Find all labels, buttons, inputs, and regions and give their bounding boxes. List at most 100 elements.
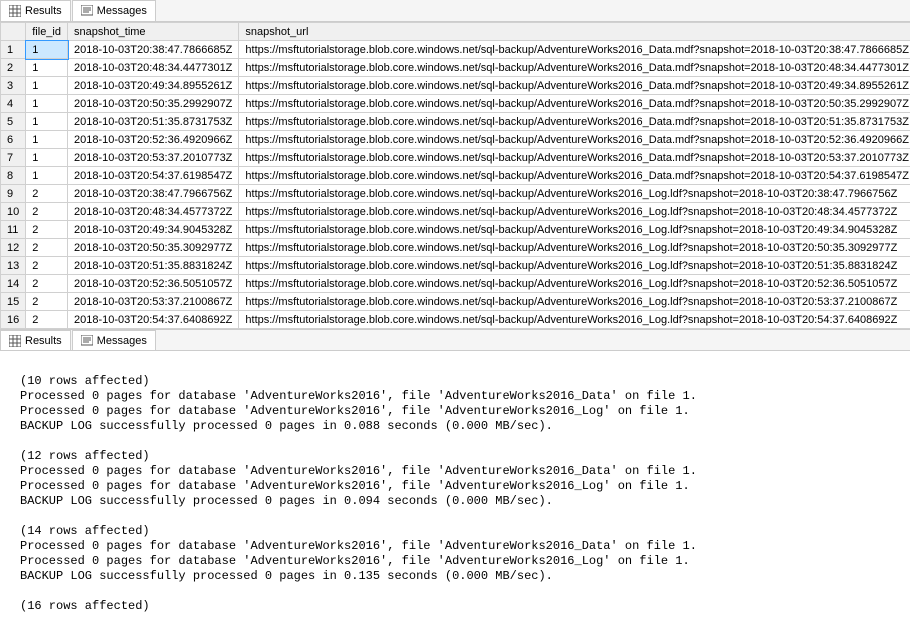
results-pane-tabstrip-bottom: Results Messages — [0, 329, 910, 351]
row-number-cell[interactable]: 9 — [1, 185, 26, 203]
cell-snapshot-time[interactable]: 2018-10-03T20:38:47.7866685Z — [68, 41, 239, 59]
column-header-snapshot-time[interactable]: snapshot_time — [68, 23, 239, 41]
cell-snapshot-url[interactable]: https://msftutorialstorage.blob.core.win… — [239, 257, 910, 275]
message-line: Processed 0 pages for database 'Adventur… — [20, 404, 902, 419]
cell-snapshot-url[interactable]: https://msftutorialstorage.blob.core.win… — [239, 275, 910, 293]
message-line: BACKUP LOG successfully processed 0 page… — [20, 569, 902, 584]
cell-file-id[interactable]: 2 — [26, 239, 68, 257]
cell-snapshot-url[interactable]: https://msftutorialstorage.blob.core.win… — [239, 167, 910, 185]
table-row[interactable]: 922018-10-03T20:38:47.7966756Zhttps://ms… — [1, 185, 910, 203]
row-number-cell[interactable]: 5 — [1, 113, 26, 131]
column-header-file-id[interactable]: file_id — [26, 23, 68, 41]
cell-file-id[interactable]: 1 — [26, 149, 68, 167]
row-number-cell[interactable]: 4 — [1, 95, 26, 113]
row-number-cell[interactable]: 14 — [1, 275, 26, 293]
table-row[interactable]: 312018-10-03T20:49:34.8955261Zhttps://ms… — [1, 77, 910, 95]
row-number-cell[interactable]: 11 — [1, 221, 26, 239]
cell-snapshot-url[interactable]: https://msftutorialstorage.blob.core.win… — [239, 311, 910, 329]
cell-snapshot-time[interactable]: 2018-10-03T20:38:47.7966756Z — [68, 185, 239, 203]
table-row[interactable]: 1322018-10-03T20:51:35.8831824Zhttps://m… — [1, 257, 910, 275]
cell-snapshot-time[interactable]: 2018-10-03T20:52:36.5051057Z — [68, 275, 239, 293]
table-row[interactable]: 612018-10-03T20:52:36.4920966Zhttps://ms… — [1, 131, 910, 149]
row-number-cell[interactable]: 6 — [1, 131, 26, 149]
table-row[interactable]: 1022018-10-03T20:48:34.4577372Zhttps://m… — [1, 203, 910, 221]
cell-snapshot-url[interactable]: https://msftutorialstorage.blob.core.win… — [239, 149, 910, 167]
cell-snapshot-time[interactable]: 2018-10-03T20:48:34.4577372Z — [68, 203, 239, 221]
cell-snapshot-time[interactable]: 2018-10-03T20:54:37.6198547Z — [68, 167, 239, 185]
cell-snapshot-time[interactable]: 2018-10-03T20:49:34.9045328Z — [68, 221, 239, 239]
table-row[interactable]: 1122018-10-03T20:49:34.9045328Zhttps://m… — [1, 221, 910, 239]
cell-snapshot-url[interactable]: https://msftutorialstorage.blob.core.win… — [239, 95, 910, 113]
cell-file-id[interactable]: 2 — [26, 311, 68, 329]
cell-snapshot-time[interactable]: 2018-10-03T20:54:37.6408692Z — [68, 311, 239, 329]
table-row[interactable]: 1622018-10-03T20:54:37.6408692Zhttps://m… — [1, 311, 910, 329]
messages-icon — [81, 5, 93, 17]
message-line: (10 rows affected) — [20, 374, 902, 389]
cell-file-id[interactable]: 2 — [26, 257, 68, 275]
cell-file-id[interactable]: 2 — [26, 293, 68, 311]
cell-snapshot-url[interactable]: https://msftutorialstorage.blob.core.win… — [239, 293, 910, 311]
cell-snapshot-url[interactable]: https://msftutorialstorage.blob.core.win… — [239, 203, 910, 221]
cell-snapshot-url[interactable]: https://msftutorialstorage.blob.core.win… — [239, 185, 910, 203]
message-line — [20, 584, 902, 599]
row-number-header[interactable] — [1, 23, 26, 41]
row-number-cell[interactable]: 7 — [1, 149, 26, 167]
table-row[interactable]: 212018-10-03T20:48:34.4477301Zhttps://ms… — [1, 59, 910, 77]
cell-file-id[interactable]: 2 — [26, 203, 68, 221]
cell-file-id[interactable]: 1 — [26, 113, 68, 131]
row-number-cell[interactable]: 1 — [1, 41, 26, 59]
cell-file-id[interactable]: 1 — [26, 41, 68, 59]
cell-file-id[interactable]: 2 — [26, 275, 68, 293]
tab-messages-bottom[interactable]: Messages — [72, 330, 156, 350]
row-number-cell[interactable]: 13 — [1, 257, 26, 275]
cell-file-id[interactable]: 1 — [26, 95, 68, 113]
table-row[interactable]: 512018-10-03T20:51:35.8731753Zhttps://ms… — [1, 113, 910, 131]
row-number-cell[interactable]: 8 — [1, 167, 26, 185]
table-row[interactable]: 712018-10-03T20:53:37.2010773Zhttps://ms… — [1, 149, 910, 167]
table-row[interactable]: 1222018-10-03T20:50:35.3092977Zhttps://m… — [1, 239, 910, 257]
messages-pane[interactable]: (10 rows affected) Processed 0 pages for … — [0, 351, 910, 618]
tab-results-bottom[interactable]: Results — [0, 330, 71, 350]
cell-file-id[interactable]: 1 — [26, 167, 68, 185]
row-number-cell[interactable]: 3 — [1, 77, 26, 95]
cell-snapshot-url[interactable]: https://msftutorialstorage.blob.core.win… — [239, 41, 910, 59]
tab-messages-label: Messages — [97, 5, 147, 17]
cell-snapshot-time[interactable]: 2018-10-03T20:50:35.3092977Z — [68, 239, 239, 257]
table-row[interactable]: 1422018-10-03T20:52:36.5051057Zhttps://m… — [1, 275, 910, 293]
table-row[interactable]: 412018-10-03T20:50:35.2992907Zhttps://ms… — [1, 95, 910, 113]
table-row[interactable]: 812018-10-03T20:54:37.6198547Zhttps://ms… — [1, 167, 910, 185]
cell-file-id[interactable]: 2 — [26, 185, 68, 203]
cell-snapshot-time[interactable]: 2018-10-03T20:53:37.2010773Z — [68, 149, 239, 167]
cell-snapshot-url[interactable]: https://msftutorialstorage.blob.core.win… — [239, 113, 910, 131]
row-number-cell[interactable]: 12 — [1, 239, 26, 257]
cell-snapshot-time[interactable]: 2018-10-03T20:51:35.8731753Z — [68, 113, 239, 131]
row-number-cell[interactable]: 15 — [1, 293, 26, 311]
tab-messages-label: Messages — [97, 335, 147, 347]
cell-snapshot-url[interactable]: https://msftutorialstorage.blob.core.win… — [239, 221, 910, 239]
cell-snapshot-time[interactable]: 2018-10-03T20:53:37.2100867Z — [68, 293, 239, 311]
tab-messages-top[interactable]: Messages — [72, 0, 156, 21]
cell-file-id[interactable]: 1 — [26, 77, 68, 95]
cell-file-id[interactable]: 1 — [26, 131, 68, 149]
table-row[interactable]: 112018-10-03T20:38:47.7866685Zhttps://ms… — [1, 41, 910, 59]
cell-snapshot-time[interactable]: 2018-10-03T20:51:35.8831824Z — [68, 257, 239, 275]
cell-file-id[interactable]: 1 — [26, 59, 68, 77]
tab-results-top[interactable]: Results — [0, 0, 71, 21]
row-number-cell[interactable]: 10 — [1, 203, 26, 221]
cell-snapshot-time[interactable]: 2018-10-03T20:52:36.4920966Z — [68, 131, 239, 149]
table-row[interactable]: 1522018-10-03T20:53:37.2100867Zhttps://m… — [1, 293, 910, 311]
row-number-cell[interactable]: 16 — [1, 311, 26, 329]
cell-snapshot-time[interactable]: 2018-10-03T20:49:34.8955261Z — [68, 77, 239, 95]
cell-snapshot-url[interactable]: https://msftutorialstorage.blob.core.win… — [239, 239, 910, 257]
tab-results-label: Results — [25, 335, 62, 347]
row-number-cell[interactable]: 2 — [1, 59, 26, 77]
message-line: Processed 0 pages for database 'Adventur… — [20, 554, 902, 569]
cell-snapshot-url[interactable]: https://msftutorialstorage.blob.core.win… — [239, 59, 910, 77]
cell-snapshot-time[interactable]: 2018-10-03T20:50:35.2992907Z — [68, 95, 239, 113]
cell-snapshot-url[interactable]: https://msftutorialstorage.blob.core.win… — [239, 77, 910, 95]
cell-file-id[interactable]: 2 — [26, 221, 68, 239]
column-header-snapshot-url[interactable]: snapshot_url — [239, 23, 910, 41]
cell-snapshot-url[interactable]: https://msftutorialstorage.blob.core.win… — [239, 131, 910, 149]
cell-snapshot-time[interactable]: 2018-10-03T20:48:34.4477301Z — [68, 59, 239, 77]
results-grid[interactable]: file_id snapshot_time snapshot_url 11201… — [0, 22, 910, 329]
